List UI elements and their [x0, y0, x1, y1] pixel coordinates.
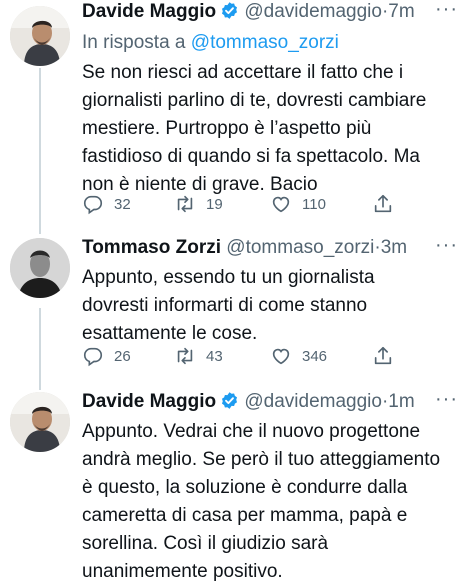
tweet-text: Appunto. Vedrai che il nuovo progettone … — [82, 418, 460, 586]
reply-mention-link[interactable]: @tommaso_zorzi — [191, 32, 339, 53]
tweet[interactable]: Tommaso Zorzi @tommaso_zorzi·3m ··· Appu… — [0, 234, 468, 376]
retweet-count: 43 — [206, 347, 223, 365]
like-button[interactable]: 346 — [270, 343, 327, 369]
tweet-text-line: Appunto, essendo tu un giornalista — [82, 267, 375, 288]
share-icon — [374, 346, 392, 365]
like-button[interactable]: 110 — [270, 191, 326, 217]
tweet[interactable]: Davide Maggio @davidemaggio·7m ··· In ri… — [0, 0, 468, 230]
reply-button[interactable]: 32 — [82, 191, 131, 217]
avatar[interactable] — [10, 238, 70, 298]
reply-icon — [83, 195, 103, 215]
reply-context: In risposta a @tommaso_zorzi — [82, 31, 460, 55]
reply-prefix: In risposta a — [82, 32, 186, 53]
tweet[interactable]: Davide Maggio @davidemaggio·1m ··· Appun… — [0, 388, 468, 582]
timestamp[interactable]: 3m — [381, 237, 407, 258]
more-options-icon[interactable]: ··· — [435, 388, 458, 411]
tweet-actions: 26 43 346 — [82, 343, 412, 369]
reply-button[interactable]: 26 — [82, 343, 131, 369]
retweet-icon — [177, 347, 193, 365]
tweet-text-line: mestiere. Purtroppo è l’aspetto più — [82, 118, 372, 139]
retweet-button[interactable]: 19 — [174, 191, 223, 217]
tweet-text-line: fastidioso di quando si fa spettacolo. M… — [82, 146, 420, 167]
like-count: 110 — [302, 195, 326, 213]
verified-badge-icon — [222, 392, 238, 409]
tweet-text-line: giornalisti parlino di te, dovresti camb… — [82, 90, 427, 111]
tweet-header: Tommaso Zorzi @tommaso_zorzi·3m — [82, 236, 460, 260]
like-count: 346 — [302, 347, 328, 365]
timestamp[interactable]: 1m — [388, 391, 414, 412]
avatar[interactable] — [10, 392, 70, 452]
reply-icon — [83, 347, 103, 367]
more-options-icon[interactable]: ··· — [435, 234, 458, 257]
like-icon — [272, 348, 290, 365]
retweet-icon — [177, 195, 193, 213]
tweet-text-line: cameretta di casa per mamma, papà e — [82, 505, 408, 526]
tweet-text-line: andrà meglio. Se però il tuo atteggiamen… — [82, 449, 441, 470]
like-icon — [272, 196, 290, 213]
reply-count: 32 — [114, 195, 131, 213]
author-handle[interactable]: @davidemaggio — [244, 391, 382, 412]
author-name[interactable]: Davide Maggio — [82, 391, 216, 412]
author-name[interactable]: Tommaso Zorzi — [82, 237, 221, 258]
timestamp[interactable]: 7m — [388, 1, 414, 22]
author-handle[interactable]: @davidemaggio — [244, 1, 382, 22]
verified-badge-icon — [222, 2, 238, 19]
tweet-text-line: Appunto. Vedrai che il nuovo progettone — [82, 421, 421, 442]
tweet-text-line: dovresti informarti di come stanno — [82, 295, 368, 316]
more-options-icon[interactable]: ··· — [435, 0, 458, 21]
retweet-button[interactable]: 43 — [174, 343, 223, 369]
tweet-text: Appunto, essendo tu un giornalista dovre… — [82, 264, 460, 348]
tweet-text-line: sorellina. Così il giudizio sarà — [82, 533, 329, 554]
tweet-text-line: Se non riesci ad accettare il fatto che … — [82, 62, 404, 83]
retweet-count: 19 — [206, 195, 223, 213]
author-name[interactable]: Davide Maggio — [82, 1, 216, 22]
share-button[interactable] — [372, 191, 394, 217]
tweet-header: Davide Maggio @davidemaggio·1m — [82, 390, 460, 414]
share-button[interactable] — [372, 343, 394, 369]
tweet-header: Davide Maggio @davidemaggio·7m — [82, 0, 460, 24]
reply-count: 26 — [114, 347, 131, 365]
tweet-text-line: è questo, la soluzione è condurre dalla — [82, 477, 408, 498]
tweet-text-line: unanimemente positivo. — [82, 561, 283, 582]
avatar[interactable] — [10, 6, 70, 66]
share-icon — [374, 194, 392, 213]
author-handle[interactable]: @tommaso_zorzi — [226, 237, 374, 258]
tweet-actions: 32 19 110 — [82, 191, 412, 217]
tweet-text: Se non riesci ad accettare il fatto che … — [82, 59, 460, 199]
